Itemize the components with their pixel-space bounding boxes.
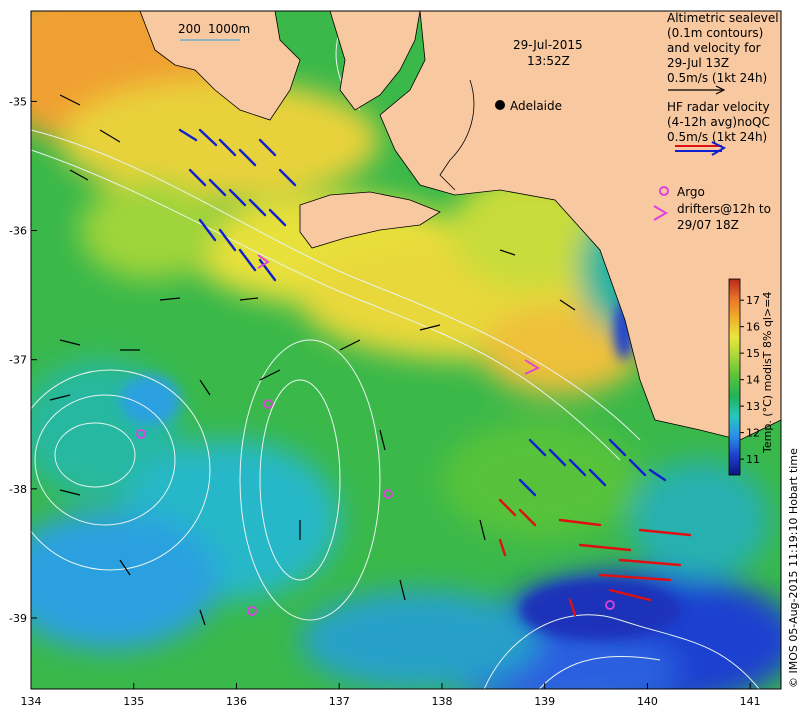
lon-tick-label: 140 xyxy=(637,695,658,708)
map-date: 29-Jul-2015 xyxy=(513,38,583,52)
lat-tick-label: -39 xyxy=(9,612,27,625)
colorbar-tick-label: 11 xyxy=(746,453,760,466)
colorbar-tick-label: 14 xyxy=(746,374,760,387)
map-time: 13:52Z xyxy=(527,54,570,68)
alt-line-5: 0.5m/s (1kt 24h) xyxy=(667,71,767,85)
lat-tick-label: -37 xyxy=(9,354,27,367)
lon-tick-label: 139 xyxy=(534,695,555,708)
lat-tick-label: -35 xyxy=(9,95,27,108)
alt-line-1: Altimetric sealevel xyxy=(667,11,779,25)
adelaide-dot-icon xyxy=(495,100,505,110)
lon-tick-label: 141 xyxy=(740,695,761,708)
depth-1000: 1000m xyxy=(208,22,250,36)
colorbar-tick-label: 13 xyxy=(746,400,760,413)
argo-line-3: 29/07 18Z xyxy=(677,218,739,232)
colorbar-label: Temp. (°C) modisT 8% ql>=4 xyxy=(761,292,774,454)
credit-line: © IMOS 05-Aug-2015 11:19:10 Hobart time xyxy=(787,448,800,688)
lon-tick-label: 134 xyxy=(21,695,42,708)
hf-line-3: 0.5m/s (1kt 24h) xyxy=(667,130,767,144)
lat-tick-label: -38 xyxy=(9,483,27,496)
alt-line-4: 29-Jul 13Z xyxy=(667,56,729,70)
lat-tick-label: -36 xyxy=(9,225,27,238)
hf-line-1: HF radar velocity xyxy=(667,100,770,114)
lon-tick-label: 135 xyxy=(123,695,144,708)
depth-200: 200 xyxy=(178,22,201,36)
lon-tick-label: 136 xyxy=(226,695,247,708)
hf-line-2: (4-12h avg)noQC xyxy=(667,115,770,129)
colorbar-tick-label: 17 xyxy=(746,294,760,307)
alt-line-3: and velocity for xyxy=(667,41,761,55)
colorbar-tick-label: 12 xyxy=(746,427,760,440)
argo-line-2: drifters@12h to xyxy=(677,202,771,216)
lon-tick-label: 138 xyxy=(431,695,452,708)
alt-line-2: (0.1m contours) xyxy=(667,26,763,40)
argo-line-1: Argo xyxy=(677,185,705,199)
colorbar-tick-label: 15 xyxy=(746,347,760,360)
sst-map: Adelaide 29-Jul-2015 13:52Z 200 1000m Al… xyxy=(9,10,800,708)
colorbar-tick-label: 16 xyxy=(746,321,760,334)
lon-tick-label: 137 xyxy=(329,695,350,708)
city-label: Adelaide xyxy=(510,99,562,113)
colorbar-ramp xyxy=(728,278,741,476)
